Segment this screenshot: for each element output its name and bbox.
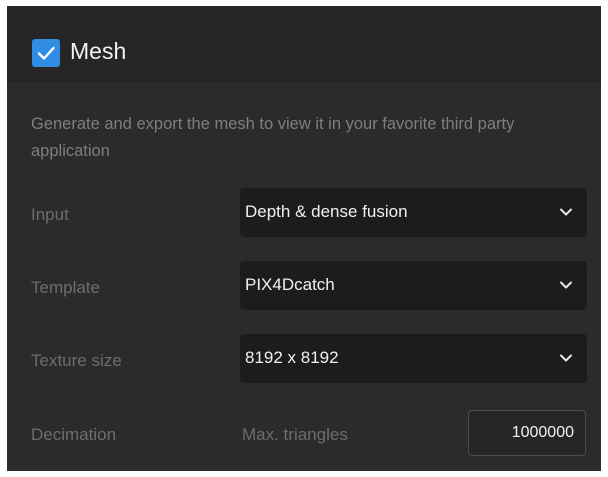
mesh-section-header: Mesh <box>7 6 601 82</box>
template-label: Template <box>31 278 100 297</box>
input-label: Input <box>31 205 69 224</box>
texture-size-label: Texture size <box>31 351 122 370</box>
template-select[interactable]: PIX4Dcatch <box>240 261 587 310</box>
input-select[interactable]: Depth & dense fusion <box>240 188 587 237</box>
max-triangles-label: Max. triangles <box>242 425 348 444</box>
template-select-value: PIX4Dcatch <box>245 275 335 294</box>
texture-size-select[interactable]: 8192 x 8192 <box>240 334 587 383</box>
section-title: Mesh <box>70 38 127 64</box>
checkmark-icon <box>37 46 55 60</box>
chevron-down-icon <box>560 354 572 362</box>
mesh-settings-panel: Mesh Generate and export the mesh to vie… <box>7 6 601 471</box>
mesh-enable-checkbox[interactable] <box>32 39 60 67</box>
decimation-label: Decimation <box>31 425 117 444</box>
chevron-down-icon <box>560 281 572 289</box>
texture-size-select-value: 8192 x 8192 <box>245 348 339 367</box>
input-select-value: Depth & dense fusion <box>245 202 408 221</box>
chevron-down-icon <box>560 208 572 216</box>
section-description: Generate and export the mesh to view it … <box>31 115 515 160</box>
max-triangles-input[interactable] <box>468 410 586 456</box>
